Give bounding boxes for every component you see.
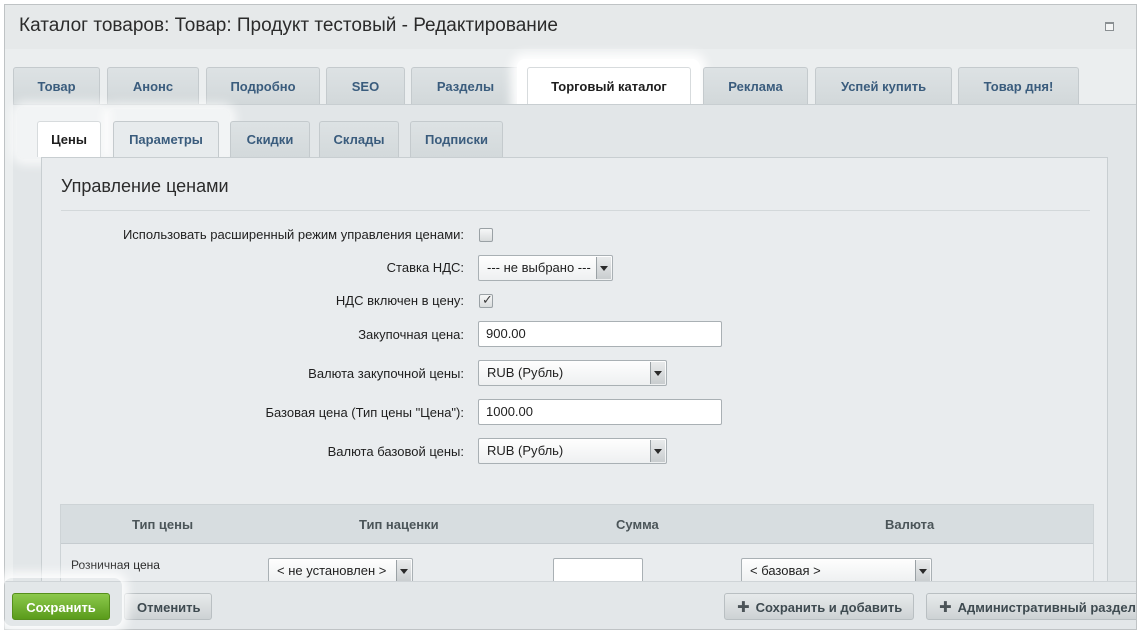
- markup-type-value: < не установлен >: [277, 563, 387, 578]
- table-row-price-type: Розничная цена: [71, 558, 160, 572]
- save-and-add-button[interactable]: ✚ Сохранить и добавить: [724, 593, 914, 620]
- tab-details[interactable]: Подробно: [206, 67, 320, 104]
- base-currency-select[interactable]: RUB (Рубль): [478, 438, 667, 464]
- base-price-label: Базовая цена (Тип цены "Цена"):: [265, 405, 464, 420]
- edit-window: Каталог товаров: Товар: Продукт тестовый…: [4, 4, 1137, 630]
- th-markup-type: Тип наценки: [359, 517, 439, 532]
- th-sum: Сумма: [616, 517, 659, 532]
- table-header: Тип цены Тип наценки Сумма Валюта: [61, 505, 1093, 544]
- subtab-parameters[interactable]: Параметры: [113, 121, 219, 157]
- tab-product[interactable]: Товар: [13, 67, 100, 104]
- main-tabs: Товар Анонс Подробно SEO Разделы Торговы…: [13, 59, 1136, 113]
- chevron-down-icon: [915, 560, 930, 582]
- section-title: Управление ценами: [61, 176, 229, 196]
- subtab-prices[interactable]: Цены: [37, 121, 101, 157]
- sub-tabs: Цены Параметры Скидки Склады Подписки: [25, 121, 1136, 158]
- advanced-mode-label: Использовать расширенный режим управлени…: [122, 227, 464, 242]
- base-currency-label: Валюта базовой цены:: [327, 444, 464, 459]
- tab-seo[interactable]: SEO: [326, 67, 405, 104]
- window-title: Каталог товаров: Товар: Продукт тестовый…: [19, 15, 558, 36]
- cancel-button[interactable]: Отменить: [124, 593, 212, 620]
- save-button-highlight: [4, 578, 122, 626]
- footer-toolbar: Сохранить Отменить ✚ Сохранить и добавить…: [5, 581, 1136, 629]
- chevron-down-icon: [650, 440, 665, 462]
- chevron-down-icon: [650, 362, 665, 384]
- tab-product-of-day[interactable]: Товар дня!: [958, 67, 1079, 104]
- section-divider: [61, 210, 1090, 211]
- purchase-currency-select[interactable]: RUB (Рубль): [478, 360, 667, 386]
- base-currency-value: RUB (Рубль): [487, 443, 564, 458]
- vat-included-checkbox[interactable]: ✓: [479, 292, 493, 308]
- plus-icon: ✚: [737, 599, 750, 616]
- advanced-mode-checkbox[interactable]: [479, 228, 493, 242]
- th-currency: Валюта: [885, 517, 935, 532]
- th-price-type: Тип цены: [132, 517, 194, 532]
- subtab-discounts[interactable]: Скидки: [230, 121, 310, 157]
- purchase-currency-value: RUB (Рубль): [487, 365, 564, 380]
- chevron-down-icon: [596, 257, 611, 279]
- tab-hurry-buy[interactable]: Успей купить: [815, 67, 952, 104]
- tab-advertising[interactable]: Реклама: [703, 67, 808, 104]
- purchase-price-label: Закупочная цена:: [358, 327, 464, 342]
- markup-type-select[interactable]: < не установлен >: [268, 558, 413, 583]
- chevron-down-icon: [396, 560, 411, 582]
- subtab-warehouses[interactable]: Склады: [319, 121, 399, 157]
- row-currency-value: < базовая >: [750, 563, 821, 578]
- purchase-currency-label: Валюта закупочной цены:: [308, 366, 464, 381]
- vat-rate-value: --- не выбрано ---: [487, 260, 591, 275]
- subtab-subscriptions[interactable]: Подписки: [410, 121, 503, 157]
- tab-trade-catalog[interactable]: Торговый каталог: [527, 67, 691, 104]
- maximize-icon[interactable]: [1105, 22, 1114, 31]
- vat-rate-label: Ставка НДС:: [386, 260, 464, 275]
- admin-section-label: Административный раздел: [957, 600, 1136, 615]
- plus-icon: ✚: [939, 599, 952, 616]
- tab-announce[interactable]: Анонс: [107, 67, 199, 104]
- vat-rate-select[interactable]: --- не выбрано ---: [478, 255, 613, 281]
- tab-sections[interactable]: Разделы: [411, 67, 520, 104]
- purchase-price-input[interactable]: 900.00: [478, 321, 722, 347]
- vat-included-label: НДС включен в цену:: [335, 293, 464, 308]
- save-and-add-label: Сохранить и добавить: [755, 600, 903, 615]
- sum-input[interactable]: [553, 558, 643, 583]
- title-bar: Каталог товаров: Товар: Продукт тестовый…: [5, 5, 1136, 49]
- checkmark-icon: ✓: [482, 292, 493, 307]
- price-table: Тип цены Тип наценки Сумма Валюта Рознич…: [60, 504, 1094, 583]
- admin-section-button[interactable]: ✚ Административный раздел: [926, 593, 1136, 620]
- base-price-input[interactable]: 1000.00: [478, 399, 722, 425]
- row-currency-select[interactable]: < базовая >: [741, 558, 932, 583]
